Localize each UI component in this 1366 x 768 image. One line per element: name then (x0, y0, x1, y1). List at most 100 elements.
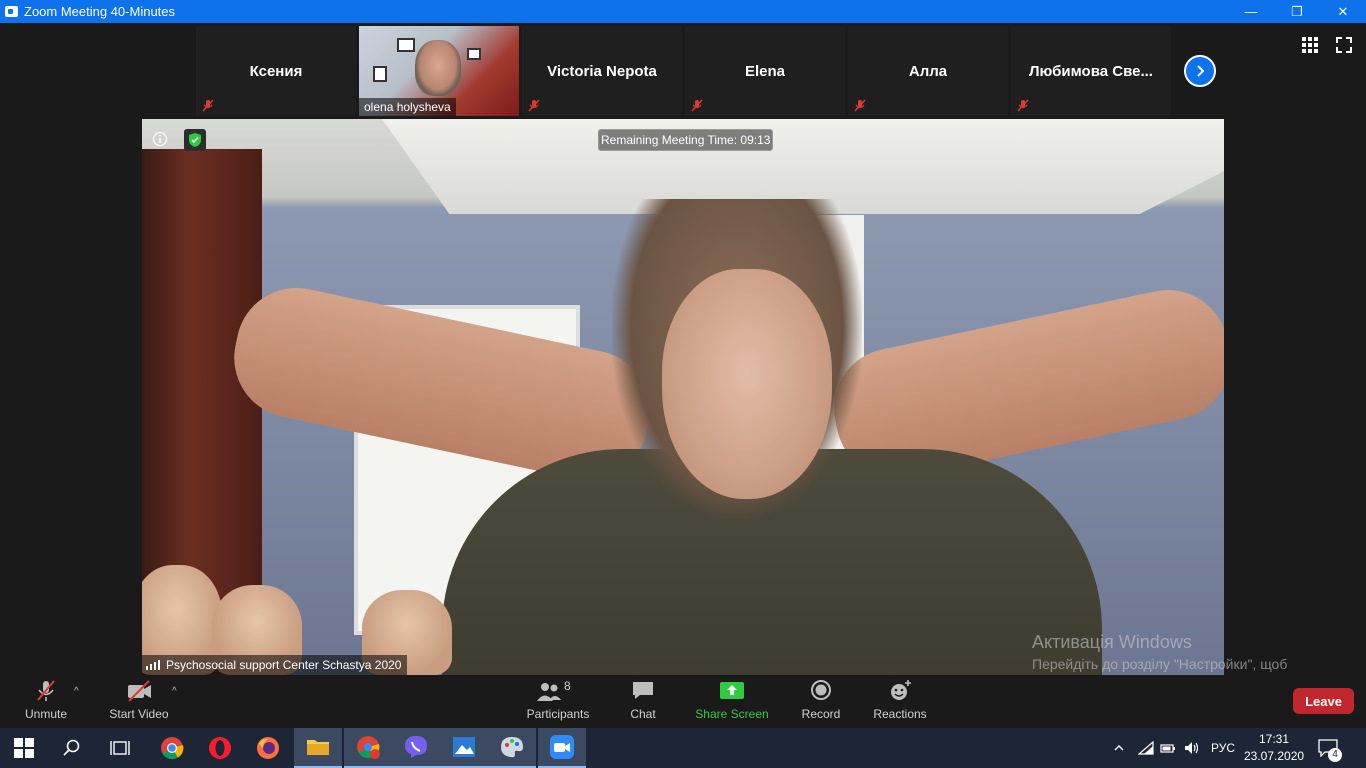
taskbar-chrome[interactable] (148, 728, 196, 768)
participant-tile[interactable]: Elena (685, 26, 845, 116)
taskbar-photos[interactable] (440, 728, 488, 768)
participant-name: olena holysheva (359, 98, 456, 116)
wall-picture (467, 48, 481, 60)
photos-icon (453, 737, 475, 757)
participant-name: Любимова Све... (1029, 62, 1153, 80)
notifications-button[interactable]: 4 (1318, 728, 1342, 768)
close-button[interactable]: ✕ (1320, 0, 1366, 23)
reactions-button[interactable]: Reactions (872, 678, 928, 728)
active-speaker-video: Remaining Meeting Time: 09:13 Psychosoci… (142, 119, 1224, 675)
participant-tile[interactable]: Любимова Све... (1011, 26, 1171, 116)
record-icon (811, 680, 831, 700)
participant-name: Алла (908, 62, 948, 80)
volume-tray-button[interactable] (1184, 728, 1200, 768)
info-icon[interactable] (152, 131, 168, 147)
participant-video-tile[interactable]: olena holysheva (359, 26, 519, 116)
wall-picture (373, 66, 387, 82)
signal-strength-icon (146, 660, 160, 670)
unmute-label: Unmute (24, 707, 68, 721)
speaker-face (662, 269, 832, 499)
next-page-button[interactable] (1184, 55, 1216, 87)
record-label: Record (801, 707, 841, 721)
participant-name: Victoria Nepota (547, 62, 657, 80)
record-button[interactable]: Record (800, 678, 842, 728)
watermark-line-1: Перейдіть до розділу "Настройки", щоб (1032, 656, 1288, 672)
wall-picture (397, 38, 415, 52)
speaker-name: Psychosocial support Center Schastya 202… (166, 658, 402, 672)
task-view-button[interactable] (96, 728, 144, 768)
video-options-caret[interactable]: ^ (172, 686, 177, 697)
taskbar-zoom[interactable] (538, 728, 586, 768)
muted-mic-icon (528, 99, 540, 112)
chat-icon (633, 682, 653, 699)
leave-button[interactable]: Leave (1293, 688, 1354, 714)
title-bar: Zoom Meeting 40-Minutes — ❐ ✕ (0, 0, 1366, 23)
participants-button[interactable]: 8 Participants (524, 678, 592, 728)
share-screen-button[interactable]: Share Screen (694, 678, 770, 728)
network-tray-button[interactable] (1138, 728, 1154, 768)
thumbnail-strip: Ксения olena holysheva Victoria Nepota E… (196, 26, 1171, 116)
reactions-label: Reactions (873, 707, 927, 721)
meeting-toolbar: Unmute ^ Start Video ^ 8 Participants Ch… (0, 678, 1366, 728)
shield-check-icon (189, 133, 201, 147)
participant-tile[interactable]: Алла (848, 26, 1008, 116)
participant-tile[interactable]: Ксения (196, 26, 356, 116)
firefox-icon (257, 737, 279, 759)
search-button[interactable] (48, 728, 96, 768)
clock-date: 23.07.2020 (1244, 749, 1305, 763)
muted-mic-icon (202, 99, 214, 112)
participant-name: Elena (744, 62, 786, 80)
taskbar-firefox[interactable] (244, 728, 292, 768)
system-clock[interactable]: 17:31 23.07.2020 (1244, 731, 1304, 765)
speaker-name-label: Psychosocial support Center Schastya 202… (142, 655, 408, 675)
network-icon (1138, 741, 1154, 755)
start-video-label: Start Video (109, 707, 169, 721)
chrome-profile-icon (357, 736, 380, 759)
unmute-button[interactable]: Unmute (20, 678, 72, 728)
participant-face (415, 40, 461, 96)
encryption-shield-icon[interactable] (184, 129, 206, 151)
taskbar-file-explorer[interactable] (294, 728, 342, 768)
minimize-button[interactable]: — (1228, 0, 1274, 23)
chevron-up-icon (1114, 745, 1124, 751)
viber-icon (405, 736, 427, 758)
taskbar-chrome-app[interactable] (344, 728, 392, 768)
restore-button[interactable]: ❐ (1274, 0, 1320, 23)
participants-label: Participants (526, 707, 590, 721)
chat-label: Chat (630, 707, 656, 721)
muted-microphone-icon (37, 680, 55, 701)
taskbar-viber[interactable] (392, 728, 440, 768)
chrome-icon (161, 737, 184, 760)
meeting-stage: Ксения olena holysheva Victoria Nepota E… (0, 23, 1366, 678)
windows-taskbar: РУС 17:31 23.07.2020 4 (0, 728, 1366, 768)
share-screen-icon (720, 682, 744, 699)
participants-count: 8 (564, 679, 571, 693)
muted-mic-icon (691, 99, 703, 112)
muted-mic-icon (1017, 99, 1029, 112)
muted-mic-icon (854, 99, 866, 112)
language-indicator[interactable]: РУС (1211, 728, 1235, 768)
speaker-icon (1185, 742, 1199, 754)
chevron-right-icon (1197, 65, 1205, 77)
tray-overflow-chevron[interactable] (1114, 728, 1124, 768)
watermark-title: Активація Windows (1032, 632, 1192, 652)
search-icon (63, 739, 80, 756)
taskbar-paint[interactable] (488, 728, 536, 768)
opera-icon (209, 737, 231, 759)
battery-tray-button[interactable] (1160, 728, 1176, 768)
audio-options-caret[interactable]: ^ (74, 686, 79, 697)
reactions-smiley-icon (891, 680, 911, 700)
remaining-time-indicator: Remaining Meeting Time: 09:13 (598, 129, 774, 151)
gallery-view-icon[interactable] (1302, 37, 1318, 53)
start-button[interactable] (0, 728, 48, 768)
video-off-icon (128, 680, 151, 702)
participant-tile[interactable]: Victoria Nepota (522, 26, 682, 116)
fullscreen-icon[interactable] (1336, 37, 1352, 53)
taskbar-opera[interactable] (196, 728, 244, 768)
windows-logo-icon (14, 738, 34, 758)
chat-button[interactable]: Chat (624, 678, 662, 728)
share-screen-label: Share Screen (695, 707, 769, 721)
battery-icon (1160, 744, 1175, 753)
start-video-button[interactable]: Start Video (106, 678, 172, 728)
notification-count-badge: 4 (1328, 748, 1342, 762)
